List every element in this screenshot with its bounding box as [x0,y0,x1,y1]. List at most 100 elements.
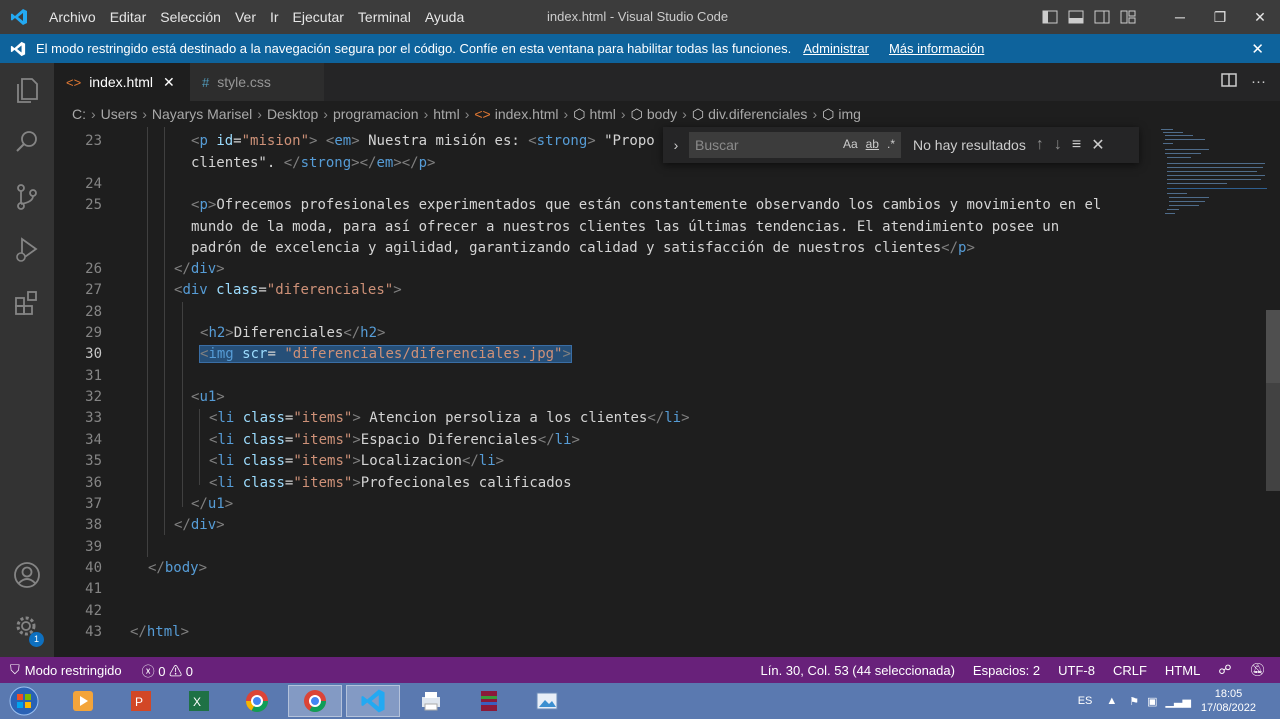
clipboard-icon[interactable]: ▣ [1147,695,1157,708]
problems-status[interactable]: ⓧ 0 ⚠ 0 [142,661,193,680]
feedback-icon[interactable]: ☍ [1218,662,1231,678]
image-viewer-icon[interactable] [520,685,574,717]
action-center-icon[interactable]: ⚑ [1129,695,1139,708]
close-find-icon[interactable]: ✕ [1091,135,1104,155]
excel-icon[interactable]: X [172,685,226,717]
regex-button[interactable]: .* [887,137,895,151]
crumb-file[interactable]: index.html [495,106,559,122]
customize-layout-icon[interactable] [1118,8,1138,26]
chevron-right-icon: › [812,106,818,122]
code-line: clientes". </strong></em></p> [191,155,436,171]
element-icon: ⬡ [630,105,643,122]
clock[interactable]: 18:05 17/08/2022 [1201,687,1256,715]
manage-link[interactable]: Administrar [803,41,869,56]
scrollbar-thumb[interactable] [1266,383,1280,491]
tab-style-css[interactable]: # style.css [190,63,324,101]
menu-editar[interactable]: Editar [103,0,154,34]
element-icon: ⬡ [573,105,586,122]
winrar-icon[interactable] [462,685,516,717]
extensions-icon[interactable] [0,279,54,327]
match-case-button[interactable]: Aa [843,137,858,151]
menu-ayuda[interactable]: Ayuda [418,0,471,34]
crumb-html-element[interactable]: html [589,106,615,122]
close-tab-icon[interactable]: ✕ [163,74,175,91]
crumb-img[interactable]: img [838,106,861,122]
menu-ver[interactable]: Ver [228,0,263,34]
menu-archivo[interactable]: Archivo [42,0,103,34]
code-line: <h2>Diferenciales</h2> [200,325,386,341]
notifications-icon[interactable]: 🔕︎ [1249,662,1266,678]
line-number: 34 [85,432,102,448]
run-debug-icon[interactable] [0,226,54,274]
maximize-button[interactable]: ❐ [1200,0,1240,34]
chrome-profile-icon[interactable] [288,685,342,717]
manage-gear-icon[interactable]: 1 [0,603,54,651]
source-control-icon[interactable] [0,173,54,221]
line-number: 31 [85,368,102,384]
next-match-icon[interactable]: ↓ [1054,136,1062,154]
menu-terminal[interactable]: Terminal [351,0,418,34]
chrome-icon[interactable] [230,685,284,717]
tab-index-html[interactable]: <> index.html ✕ [54,63,190,101]
code-line: mundo de la moda, para así ofrecer a nue… [191,219,1060,235]
restricted-mode-status[interactable]: ⛉ Modo restringido [0,657,132,683]
tray-expand-icon[interactable]: ▲ [1106,695,1117,707]
close-window-button[interactable]: ✕ [1240,0,1280,34]
toggle-replace-chevron-icon[interactable]: › [663,137,689,153]
vertical-scrollbar[interactable] [1266,310,1280,383]
code-line: <p id="mision"> <em> Nuestra misión es: … [191,133,655,149]
crumb-desktop[interactable]: Desktop [267,106,318,122]
crumb-users[interactable]: Users [101,106,138,122]
explorer-icon[interactable] [0,67,54,115]
network-signal-icon[interactable]: ▁▃▅ [1166,695,1191,708]
menu-ir[interactable]: Ir [263,0,286,34]
chevron-right-icon: › [257,106,262,122]
menu-seleccion[interactable]: Selección [153,0,228,34]
media-player-icon[interactable] [56,685,110,717]
crumb-programacion[interactable]: programacion [333,106,419,122]
printer-icon[interactable] [404,685,458,717]
more-actions-icon[interactable]: ··· [1251,73,1266,91]
indentation-status[interactable]: Espacios: 2 [973,663,1040,678]
split-editor-icon[interactable] [1221,73,1237,91]
code-line: </div> [174,261,225,277]
line-number: 28 [85,304,102,320]
chevron-right-icon: › [142,106,147,122]
more-info-link[interactable]: Más información [889,41,984,56]
crumb-body[interactable]: body [647,106,677,122]
banner-close-icon[interactable]: ✕ [1251,40,1264,58]
crumb-drive[interactable]: C: [72,106,86,122]
find-input[interactable]: Buscar Aa ab .* [689,132,901,158]
code-line: <li class="items">Espacio Diferenciales<… [209,432,580,448]
crumb-div[interactable]: div.diferenciales [708,106,807,122]
code-line: padrón de excelencia y agilidad, garanti… [191,240,975,256]
cursor-position[interactable]: Lín. 30, Col. 53 (44 seleccionada) [761,663,955,678]
find-in-selection-icon[interactable]: ≡ [1072,136,1081,154]
encoding-status[interactable]: UTF-8 [1058,663,1095,678]
line-number: 41 [85,581,102,597]
previous-match-icon[interactable]: ↑ [1036,136,1044,154]
clock-time: 18:05 [1214,688,1243,700]
crumb-user[interactable]: Nayarys Marisel [152,106,252,122]
language-mode[interactable]: HTML [1165,663,1200,678]
chevron-right-icon: › [563,106,569,122]
start-button-icon[interactable] [0,685,48,717]
indent-guide [147,127,148,557]
crumb-html-folder[interactable]: html [433,106,459,122]
minimap[interactable] [1158,127,1267,227]
accounts-icon[interactable] [0,551,54,599]
toggle-secondary-sidebar-icon[interactable] [1092,8,1112,26]
search-icon[interactable] [0,118,54,166]
windows-taskbar: P X ES ▲ ⚑ ▣ ▁▃▅ 18:05 17/08/2022 [0,683,1280,719]
toggle-sidebar-icon[interactable] [1040,8,1060,26]
minimize-button[interactable]: ─ [1160,0,1200,34]
toggle-panel-icon[interactable] [1066,8,1086,26]
code-editor[interactable]: 23 24 25 26 27 28 29 30 31 32 33 34 35 3… [54,127,1280,657]
status-bar: ⛉ Modo restringido ⓧ 0 ⚠ 0 Lín. 30, Col.… [0,657,1280,683]
powerpoint-icon[interactable]: P [114,685,168,717]
menu-ejecutar[interactable]: Ejecutar [286,0,351,34]
match-word-button[interactable]: ab [866,137,879,151]
eol-status[interactable]: CRLF [1113,663,1147,678]
language-indicator[interactable]: ES [1078,695,1093,707]
vscode-taskbar-icon[interactable] [346,685,400,717]
